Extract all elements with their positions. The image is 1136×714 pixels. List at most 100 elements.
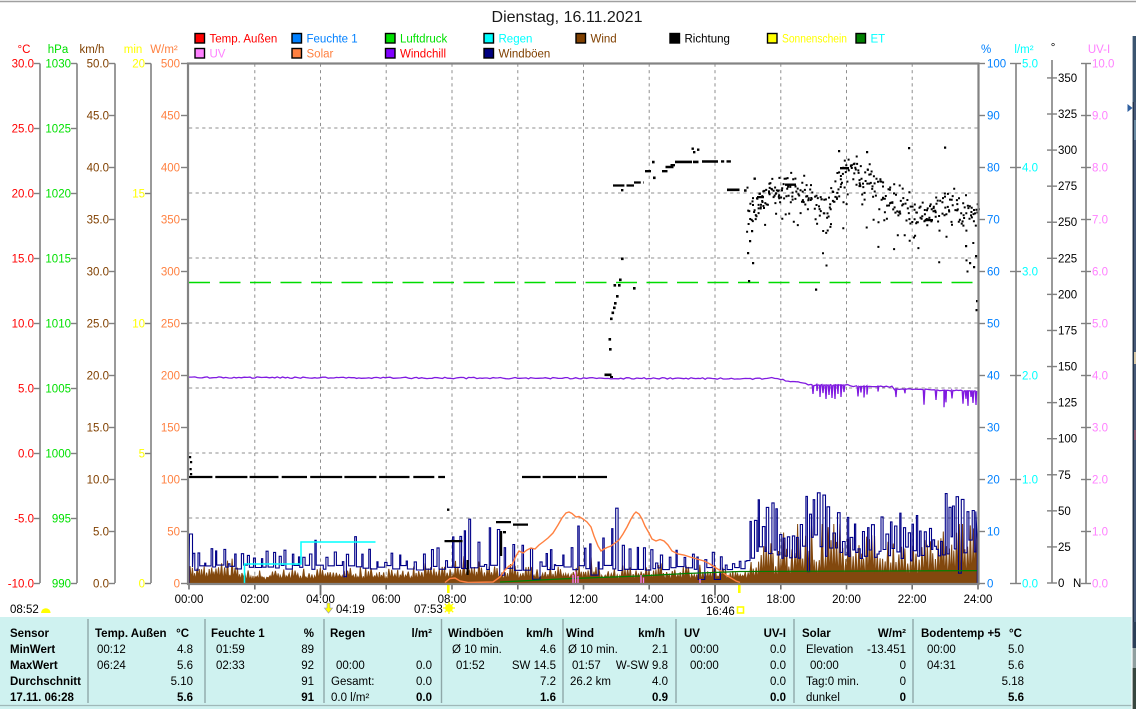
svg-text:km/h: km/h <box>80 44 105 56</box>
svg-text:5.10: 5.10 <box>171 676 193 688</box>
svg-text:200: 200 <box>161 371 180 383</box>
svg-text:990: 990 <box>52 579 71 591</box>
svg-text:0.0: 0.0 <box>416 692 432 704</box>
svg-text:500: 500 <box>161 59 180 71</box>
svg-text:50: 50 <box>1058 506 1071 518</box>
svg-text:30.0: 30.0 <box>87 267 109 279</box>
svg-text:Luftdruck: Luftdruck <box>400 34 448 46</box>
svg-text:4.6: 4.6 <box>540 644 556 656</box>
svg-text:Regen: Regen <box>330 628 365 640</box>
svg-text:l/m²: l/m² <box>1014 44 1033 56</box>
svg-text:8.0: 8.0 <box>1092 163 1108 175</box>
svg-text:01:57: 01:57 <box>572 660 601 672</box>
svg-text:0.9: 0.9 <box>652 692 668 704</box>
svg-text:0.0: 0.0 <box>1022 579 1038 591</box>
svg-text:150: 150 <box>161 423 180 435</box>
svg-text:1.6: 1.6 <box>540 692 556 704</box>
svg-text:Bodentemp +5: Bodentemp +5 <box>921 628 1001 640</box>
svg-text:300: 300 <box>1058 145 1077 157</box>
svg-text:7.2: 7.2 <box>540 676 556 688</box>
svg-text:5.6: 5.6 <box>177 692 193 704</box>
svg-text:Elevation: Elevation <box>806 644 853 656</box>
svg-text:125: 125 <box>1058 398 1077 410</box>
svg-text:25: 25 <box>1058 542 1071 554</box>
svg-text:0.0: 0.0 <box>770 644 786 656</box>
svg-text:00:00: 00:00 <box>810 660 839 672</box>
svg-text:Temp. Außen: Temp. Außen <box>95 628 167 640</box>
svg-text:Wind: Wind <box>566 628 594 640</box>
svg-text:9.0: 9.0 <box>1092 111 1108 123</box>
svg-text:22:00: 22:00 <box>898 594 927 606</box>
svg-text:91: 91 <box>301 692 314 704</box>
svg-text:0.0: 0.0 <box>1092 579 1108 591</box>
svg-text:UV-I: UV-I <box>1088 44 1110 56</box>
svg-text:5.0: 5.0 <box>1008 644 1024 656</box>
svg-text:Sensor: Sensor <box>10 628 50 640</box>
svg-text:50: 50 <box>987 319 1000 331</box>
svg-text:Ø 10 min.: Ø 10 min. <box>568 644 618 656</box>
svg-text:100: 100 <box>161 475 180 487</box>
svg-text:40.0: 40.0 <box>87 163 109 175</box>
svg-text:80: 80 <box>987 163 1000 175</box>
svg-text:1025: 1025 <box>45 124 71 136</box>
svg-text:Feuchte 1: Feuchte 1 <box>211 628 265 640</box>
svg-text:0: 0 <box>900 692 906 704</box>
svg-text:3.0: 3.0 <box>1022 267 1038 279</box>
svg-text:16:46: 16:46 <box>706 606 735 618</box>
svg-text:300: 300 <box>161 267 180 279</box>
svg-text:1.0: 1.0 <box>1022 475 1038 487</box>
svg-text:0: 0 <box>139 579 145 591</box>
svg-text:4.0: 4.0 <box>652 676 668 688</box>
svg-text:ET: ET <box>871 34 886 46</box>
svg-text:20: 20 <box>987 475 1000 487</box>
svg-text:02:33: 02:33 <box>216 660 245 672</box>
svg-text:Tag:0 min.: Tag:0 min. <box>806 676 859 688</box>
svg-text:Solar: Solar <box>307 49 334 61</box>
svg-text:°C: °C <box>176 628 189 640</box>
svg-text:5.6: 5.6 <box>1008 660 1024 672</box>
svg-text:04:00: 04:00 <box>306 594 335 606</box>
svg-text:00:00: 00:00 <box>927 644 956 656</box>
svg-text:400: 400 <box>161 163 180 175</box>
svg-text:20.0: 20.0 <box>12 189 34 201</box>
svg-text:-5.0: -5.0 <box>14 514 34 526</box>
svg-text:SW 14.5: SW 14.5 <box>512 660 556 672</box>
svg-text:Ø 10 min.: Ø 10 min. <box>452 644 502 656</box>
svg-text:250: 250 <box>161 319 180 331</box>
svg-text:00:00: 00:00 <box>336 660 365 672</box>
svg-text:08:52: 08:52 <box>10 604 39 616</box>
svg-text:175: 175 <box>1058 325 1077 337</box>
svg-text:1010: 1010 <box>45 319 71 331</box>
svg-text:4.8: 4.8 <box>177 644 193 656</box>
svg-text:16:00: 16:00 <box>701 594 730 606</box>
svg-text:100: 100 <box>1058 434 1077 446</box>
svg-text:06:00: 06:00 <box>372 594 401 606</box>
svg-text:25.0: 25.0 <box>12 124 34 136</box>
svg-text:01:59: 01:59 <box>216 644 245 656</box>
svg-text:Temp. Außen: Temp. Außen <box>210 34 278 46</box>
svg-text:km/h: km/h <box>638 628 665 640</box>
svg-text:%: % <box>304 628 314 640</box>
svg-text:14:00: 14:00 <box>635 594 664 606</box>
svg-text:Durchschnitt: Durchschnitt <box>10 676 81 688</box>
svg-text:0: 0 <box>174 579 180 591</box>
svg-text:W/m²: W/m² <box>150 44 178 56</box>
svg-text:20: 20 <box>132 59 145 71</box>
svg-text:0: 0 <box>900 676 906 688</box>
svg-text:10.0: 10.0 <box>87 475 109 487</box>
svg-text:04:31: 04:31 <box>927 660 956 672</box>
svg-text:100: 100 <box>987 59 1006 71</box>
svg-text:km/h: km/h <box>526 628 553 640</box>
svg-text:Feuchte 1: Feuchte 1 <box>307 34 358 46</box>
svg-text:Windchill: Windchill <box>400 49 446 61</box>
svg-text:W-SW 9.8: W-SW 9.8 <box>616 660 668 672</box>
svg-text:10.0: 10.0 <box>1092 59 1114 71</box>
svg-text:12:00: 12:00 <box>569 594 598 606</box>
svg-text:0.0: 0.0 <box>416 676 432 688</box>
svg-text:dunkel: dunkel <box>806 692 840 704</box>
svg-text:N: N <box>1073 578 1081 590</box>
svg-text:5: 5 <box>139 449 145 461</box>
svg-text:20.0: 20.0 <box>87 371 109 383</box>
svg-text:MaxWert: MaxWert <box>10 660 58 672</box>
svg-text:90: 90 <box>987 111 1000 123</box>
